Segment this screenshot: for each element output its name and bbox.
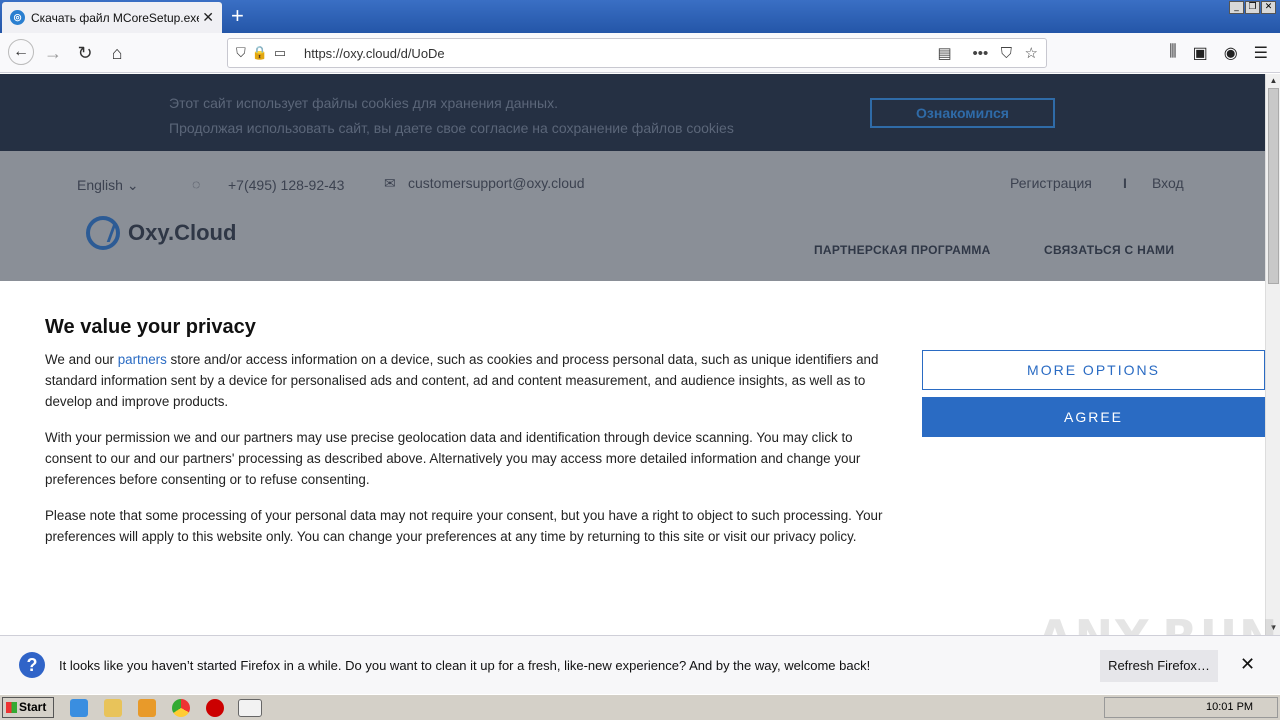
- library-icon[interactable]: ⫼: [1169, 43, 1176, 63]
- more-options-button[interactable]: MORE OPTIONS: [922, 350, 1265, 390]
- nav-contact-us[interactable]: СВЯЗАТЬСЯ С НАМИ: [1044, 243, 1174, 257]
- hamburger-menu-icon[interactable]: ☰: [1254, 43, 1268, 63]
- sidebar-icon[interactable]: ▣: [1193, 43, 1208, 63]
- firefox-taskbar-icon[interactable]: [238, 699, 262, 717]
- minimize-icon[interactable]: _: [1229, 1, 1244, 14]
- bookmark-star-icon[interactable]: ☆: [1025, 45, 1038, 62]
- cookie-accept-button[interactable]: Ознакомился: [870, 98, 1055, 128]
- opera-icon[interactable]: [206, 699, 224, 717]
- restore-icon[interactable]: ❐: [1245, 1, 1260, 14]
- scroll-thumb[interactable]: [1268, 88, 1279, 284]
- language-label: English: [77, 177, 123, 193]
- headset-icon: ◌: [192, 176, 201, 192]
- mail-icon: ✉: [384, 175, 396, 191]
- oxy-cloud-favicon-icon: ◎: [10, 10, 25, 25]
- reader-view-icon[interactable]: ▤: [937, 45, 951, 62]
- browser-tab[interactable]: ◎ Скачать файл MCoreSetup.exe н ✕: [2, 2, 222, 33]
- privacy-paragraph-2: With your permission we and our partners…: [45, 430, 861, 487]
- partners-link[interactable]: partners: [118, 352, 167, 367]
- media-player-icon[interactable]: [138, 699, 156, 717]
- site-security-icons[interactable]: ⛉🔒▭: [236, 45, 292, 61]
- file-explorer-icon[interactable]: [104, 699, 122, 717]
- forward-arrow-icon[interactable]: →: [41, 41, 65, 65]
- new-tab-icon[interactable]: +: [231, 4, 244, 28]
- taskbar-clock: 10:01 PM: [1206, 701, 1254, 713]
- windows-taskbar: Start 10:01 PM: [0, 694, 1280, 720]
- pocket-icon[interactable]: ⛉: [1001, 45, 1012, 62]
- refresh-firefox-notification: ? It looks like you haven’t started Fire…: [0, 635, 1280, 694]
- cookie-line-2: Продолжая использовать сайт, вы даете св…: [169, 120, 734, 136]
- page-scrollbar[interactable]: ▲ ▼: [1265, 74, 1280, 635]
- back-arrow-icon[interactable]: ←: [8, 39, 34, 65]
- cookie-line-1: Этот сайт использует файлы cookies для х…: [169, 95, 558, 111]
- question-icon: ?: [19, 652, 45, 678]
- phone-number[interactable]: +7(495) 128-92-43: [228, 177, 344, 193]
- nav-partner-program[interactable]: ПАРТНЕРСКАЯ ПРОГРАММА: [814, 243, 991, 257]
- support-email[interactable]: customersupport@oxy.cloud: [408, 175, 585, 191]
- start-button[interactable]: Start: [2, 697, 54, 718]
- site-logo[interactable]: Oxy.Cloud: [86, 216, 236, 250]
- oxy-cloud-logo-icon: [86, 216, 120, 250]
- tab-strip: ◎ Скачать файл MCoreSetup.exe н ✕ + _ ❐ …: [0, 0, 1280, 33]
- privacy-consent-dialog: We value your privacy We and our partner…: [0, 281, 1265, 635]
- privacy-p1-start: We and our: [45, 352, 118, 367]
- notification-close-icon[interactable]: ✕: [1240, 654, 1255, 675]
- tab-close-icon[interactable]: ✕: [202, 9, 214, 26]
- agree-button[interactable]: AGREE: [922, 397, 1265, 437]
- reload-icon[interactable]: ↻: [73, 41, 97, 65]
- scroll-up-icon[interactable]: ▲: [1266, 74, 1280, 88]
- logo-text: Oxy.Cloud: [128, 220, 237, 245]
- refresh-firefox-button[interactable]: Refresh Firefox…: [1100, 650, 1218, 682]
- internet-explorer-icon[interactable]: [70, 699, 88, 717]
- window-close-icon[interactable]: ✕: [1261, 1, 1276, 14]
- page-content: Этот сайт использует файлы cookies для х…: [0, 74, 1265, 635]
- login-link[interactable]: Вход: [1152, 175, 1184, 191]
- language-selector[interactable]: English ⌄: [77, 177, 139, 194]
- account-icon[interactable]: ◉: [1224, 43, 1238, 63]
- address-bar[interactable]: ⛉🔒▭ https://oxy.cloud/d/UoDe ▤ ••• ⛉ ☆: [227, 38, 1047, 68]
- register-link[interactable]: Регистрация: [1010, 175, 1092, 191]
- home-icon[interactable]: ⌂: [105, 41, 129, 65]
- cookie-text: Этот сайт использует файлы cookies для х…: [169, 91, 734, 141]
- navigation-toolbar: ← → ↻ ⌂ ⛉🔒▭ https://oxy.cloud/d/UoDe ▤ •…: [0, 33, 1280, 73]
- privacy-p1-end: store and/or access information on a dev…: [45, 352, 879, 409]
- header-separator: I: [1123, 175, 1127, 191]
- chrome-icon[interactable]: [172, 699, 190, 717]
- tab-title: Скачать файл MCoreSetup.exe н: [31, 10, 199, 25]
- toolbar-right: ⫼ ▣ ◉ ☰: [1169, 43, 1268, 63]
- privacy-title: We value your privacy: [45, 316, 256, 338]
- privacy-paragraph-3: Please note that some processing of your…: [45, 508, 883, 544]
- page-actions-menu-icon[interactable]: •••: [972, 45, 988, 62]
- url-text[interactable]: https://oxy.cloud/d/UoDe: [304, 46, 445, 61]
- chevron-down-icon: ⌄: [126, 177, 139, 193]
- page-actions: ▤ ••• ⛉ ☆: [937, 44, 1038, 62]
- cookie-banner: Этот сайт использует файлы cookies для х…: [0, 74, 1265, 151]
- privacy-paragraph-1: We and our partners store and/or access …: [45, 349, 885, 412]
- notification-text: It looks like you haven’t started Firefo…: [59, 658, 871, 673]
